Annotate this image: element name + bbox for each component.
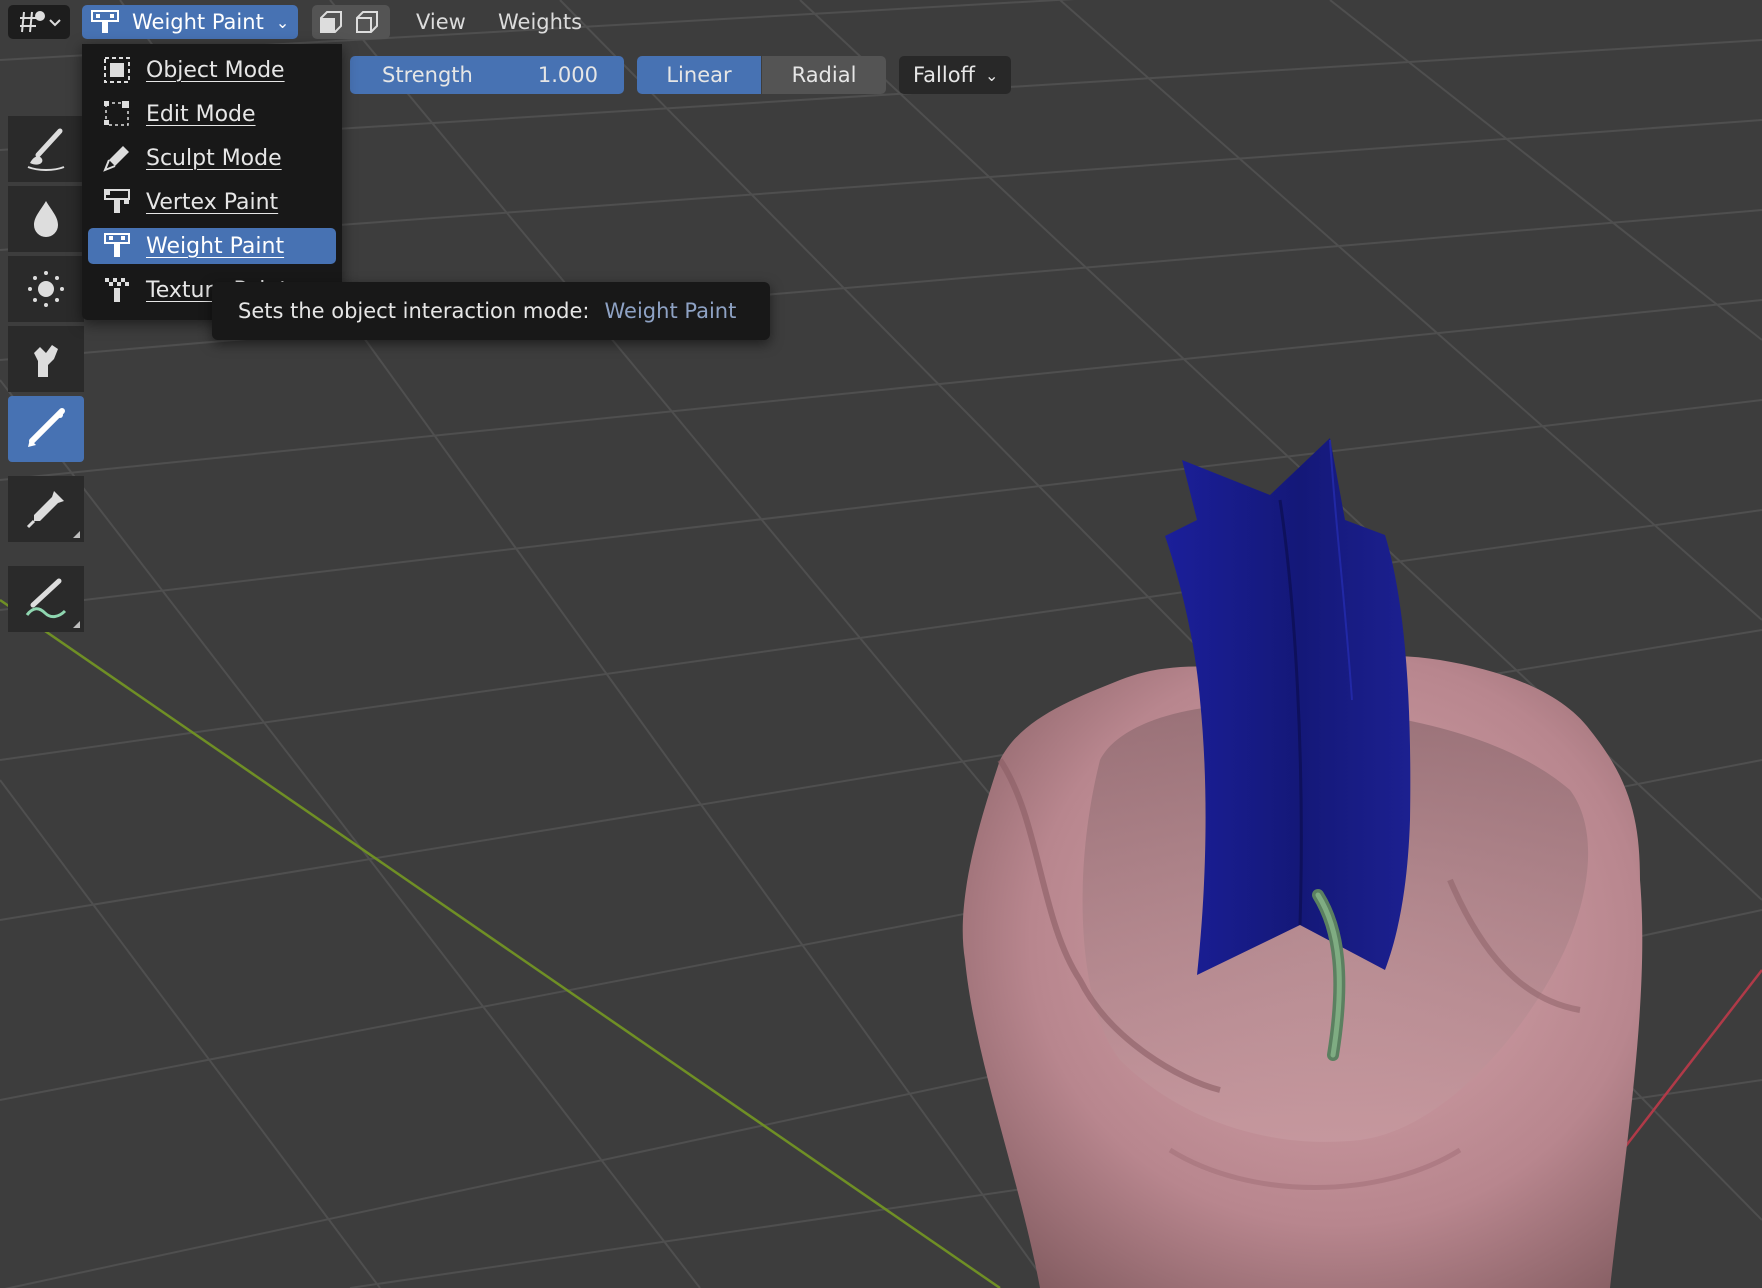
tool-sample-weight[interactable]	[8, 476, 84, 542]
strength-label: Strength	[382, 63, 473, 87]
menu-item-edit-mode[interactable]: Edit Mode	[88, 96, 336, 132]
menu-item-label: Object Mode	[146, 57, 285, 83]
tooltip-value: Weight Paint	[604, 299, 737, 323]
texture-paint-icon	[100, 275, 134, 305]
falloff-label: Falloff	[913, 63, 976, 87]
chevron-down-icon: ⌄	[985, 65, 999, 85]
weight-paint-icon	[100, 231, 134, 261]
menu-item-sculpt-mode[interactable]: Sculpt Mode	[88, 140, 336, 176]
editor-type-button[interactable]	[8, 5, 70, 39]
strength-value: 1.000	[537, 63, 598, 87]
falloff-radial-button[interactable]: Radial	[762, 56, 886, 94]
tool-smear[interactable]	[8, 326, 84, 392]
viewport-header: Weight Paint ⌄ View Weights	[0, 0, 1762, 44]
menu-item-label: Sculpt Mode	[146, 145, 282, 171]
mode-tooltip: Sets the object interaction mode: Weight…	[212, 282, 770, 340]
falloff-radial-label: Radial	[791, 63, 857, 87]
menu-item-weight-paint[interactable]: Weight Paint	[88, 228, 336, 264]
strength-slider[interactable]: Strength 1.000	[350, 56, 624, 94]
menu-weights[interactable]: Weights	[498, 8, 582, 36]
vertex-mask-icon[interactable]	[352, 9, 382, 35]
edit-mode-icon	[100, 99, 134, 129]
tool-draw[interactable]	[8, 116, 84, 182]
tool-blur[interactable]	[8, 186, 84, 252]
mode-dropdown-menu: Object Mode Edit Mode Sculpt Mode Vertex…	[82, 44, 342, 320]
menu-item-object-mode[interactable]: Object Mode	[88, 52, 336, 88]
average-icon	[28, 271, 64, 307]
viewport-shading-icon	[20, 11, 61, 33]
gradient-icon	[28, 408, 65, 447]
sculpt-mode-icon	[100, 143, 134, 173]
object-mode-icon	[100, 55, 134, 85]
sample-weight-icon	[26, 491, 64, 529]
falloff-linear-button[interactable]: Linear	[637, 56, 761, 94]
vertex-paint-icon	[100, 187, 134, 217]
falloff-dropdown[interactable]: Falloff ⌄	[899, 56, 1011, 94]
chevron-down-icon: ⌄	[275, 12, 290, 32]
draw-brush-icon	[27, 128, 65, 171]
annotate-icon	[25, 578, 67, 619]
mode-select-button[interactable]: Weight Paint ⌄	[82, 5, 298, 39]
tool-gradient[interactable]	[8, 396, 84, 462]
tooltip-text: Sets the object interaction mode:	[238, 299, 590, 323]
menu-item-label: Edit Mode	[146, 101, 256, 127]
menu-item-vertex-paint[interactable]: Vertex Paint	[88, 184, 336, 220]
weight-paint-icon	[91, 10, 119, 33]
menu-item-label: Vertex Paint	[146, 189, 279, 215]
tool-average[interactable]	[8, 256, 84, 322]
smear-icon	[34, 345, 58, 377]
falloff-linear-label: Linear	[666, 63, 732, 87]
face-mask-icon[interactable]	[316, 9, 346, 35]
mode-label: Weight Paint	[132, 10, 264, 34]
blur-icon	[34, 201, 58, 237]
tool-annotate[interactable]	[8, 566, 84, 632]
mask-toggle-group	[312, 5, 390, 39]
menu-item-label: Weight Paint	[146, 233, 285, 259]
menu-view[interactable]: View	[416, 8, 466, 36]
